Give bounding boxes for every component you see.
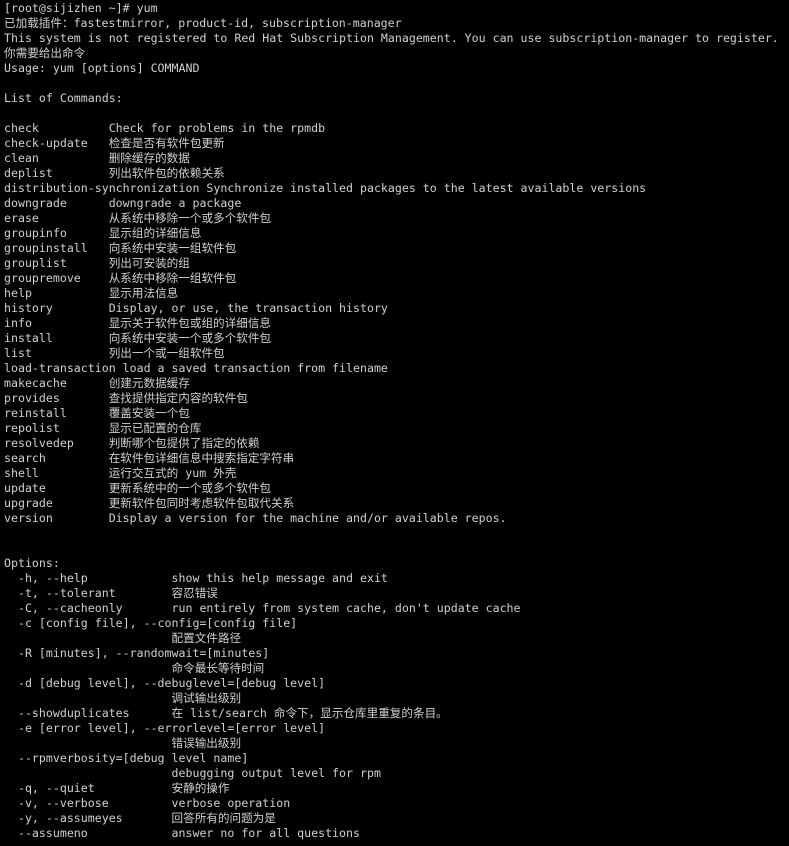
terminal-output: [root@sijizhen ~]# yum 已加载插件：fastestmirr… <box>4 1 779 840</box>
terminal-window[interactable]: [root@sijizhen ~]# yum 已加载插件：fastestmirr… <box>0 0 789 846</box>
